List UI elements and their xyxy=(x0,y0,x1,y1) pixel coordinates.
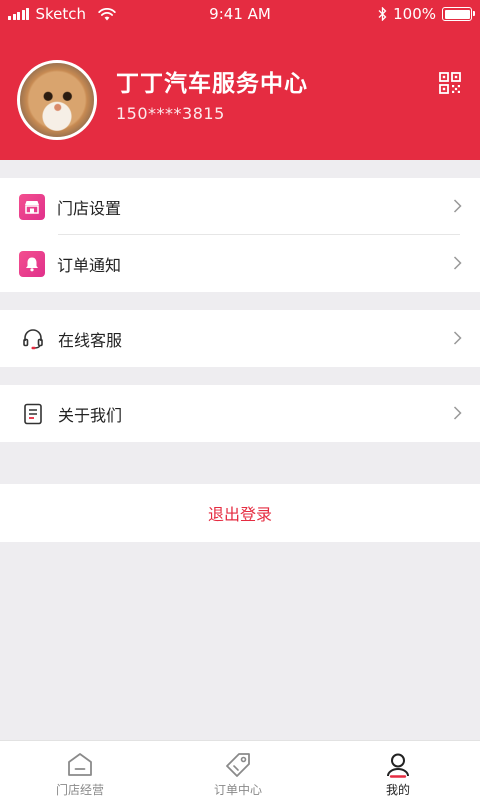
menu-item-order-notification[interactable]: 订单通知 xyxy=(0,235,480,292)
store-icon xyxy=(19,193,45,220)
chevron-right-icon xyxy=(453,331,462,345)
phone-number: 150****3815 xyxy=(116,104,225,123)
tag-icon xyxy=(226,753,250,777)
home-icon xyxy=(68,753,92,776)
chevron-right-icon xyxy=(453,406,462,420)
status-bar: Sketch 9:41 AM 100% xyxy=(0,0,480,28)
bluetooth-icon xyxy=(378,7,387,21)
qr-code-icon[interactable] xyxy=(439,72,461,94)
logout-button[interactable]: 退出登录 xyxy=(0,484,480,542)
tab-label: 订单中心 xyxy=(213,783,262,797)
bell-icon xyxy=(19,250,45,277)
tab-bar: 门店经营 订单中心 我的 xyxy=(0,740,480,800)
battery-percent: 100% xyxy=(393,5,436,23)
document-icon xyxy=(20,401,46,427)
avatar[interactable] xyxy=(17,60,97,140)
settings-group: 门店设置 订单通知 xyxy=(0,178,480,292)
tab-label: 门店经营 xyxy=(55,783,104,797)
tab-mine[interactable]: 我的 xyxy=(318,741,478,800)
shop-name: 丁丁汽车服务中心 xyxy=(116,71,308,97)
chevron-right-icon xyxy=(453,256,462,270)
menu-label-store-settings: 门店设置 xyxy=(57,198,122,218)
battery-icon xyxy=(442,7,475,21)
chevron-right-icon xyxy=(453,199,462,213)
menu-label-online-service: 在线客服 xyxy=(58,330,123,350)
about-group: 关于我们 xyxy=(0,385,480,442)
tab-store-operations[interactable]: 门店经营 xyxy=(0,741,160,800)
menu-item-store-settings[interactable]: 门店设置 xyxy=(0,178,480,235)
headset-icon xyxy=(20,326,46,352)
menu-label-order-notification: 订单通知 xyxy=(57,255,122,275)
menu-item-about-us[interactable]: 关于我们 xyxy=(0,385,480,442)
menu-label-about-us: 关于我们 xyxy=(58,405,123,425)
profile-header: Sketch 9:41 AM 100% 丁丁汽车服务中心 150****3815 xyxy=(0,0,480,160)
tab-order-center[interactable]: 订单中心 xyxy=(158,741,318,800)
menu-item-online-service[interactable]: 在线客服 xyxy=(0,310,480,367)
tab-label: 我的 xyxy=(385,783,410,797)
service-group: 在线客服 xyxy=(0,310,480,367)
user-icon xyxy=(387,753,409,778)
